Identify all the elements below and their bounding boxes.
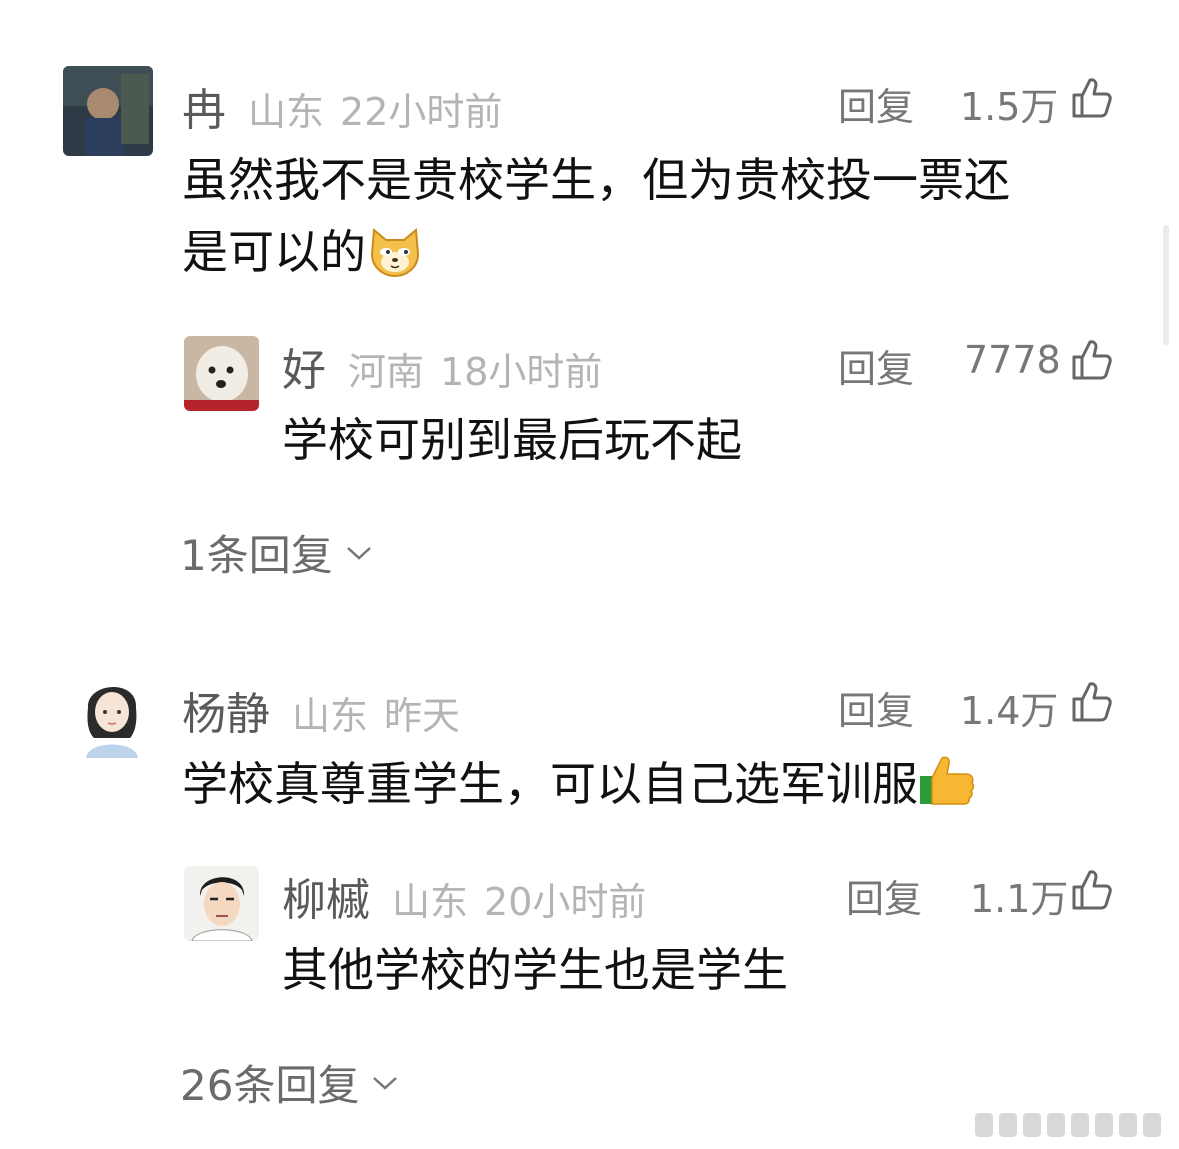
reply-author[interactable]: 柳槭 xyxy=(282,864,370,928)
comment-location: 山东 xyxy=(292,694,369,738)
thumbs-up-icon xyxy=(920,756,975,805)
expand-replies-label: 1条回复 xyxy=(180,531,333,580)
reply-time: 18小时前 xyxy=(440,350,603,394)
comment-location: 山东 xyxy=(248,90,325,134)
comment-text: 虽然我不是贵校学生，但为贵校投一票还 是可以的 xyxy=(182,144,1010,288)
chevron-down-icon xyxy=(373,1076,398,1090)
reply-button[interactable]: 回复 xyxy=(838,338,914,393)
reply-time: 20小时前 xyxy=(484,880,647,924)
reply-button[interactable]: 回复 xyxy=(846,868,922,923)
comment-text-line: 学校真尊重学生，可以自己选军训服 xyxy=(182,757,918,811)
comment-text-line: 是可以的 xyxy=(182,225,366,279)
like-thumb-icon[interactable] xyxy=(1070,680,1114,724)
reply-location: 山东 xyxy=(392,880,469,924)
like-count: 7778 xyxy=(964,338,1061,382)
reply-button[interactable]: 回复 xyxy=(838,76,914,131)
comment-time: 22小时前 xyxy=(340,90,503,134)
avatar[interactable] xyxy=(72,668,152,758)
comment-text: 学校真尊重学生，可以自己选军训服 xyxy=(182,748,976,820)
chevron-down-icon xyxy=(346,546,371,560)
expand-replies-label: 26条回复 xyxy=(180,1061,360,1110)
watermark xyxy=(975,1111,1169,1139)
reply-text: 其他学校的学生也是学生 xyxy=(282,943,788,997)
comment-text-line: 虽然我不是贵校学生，但为贵校投一票还 xyxy=(182,153,1010,207)
reply-button[interactable]: 回复 xyxy=(838,680,914,735)
expand-replies-button[interactable]: 26条回复 xyxy=(180,1052,399,1113)
expand-replies-button[interactable]: 1条回复 xyxy=(180,522,373,583)
like-count: 1.4万 xyxy=(960,689,1059,733)
like-count: 1.5万 xyxy=(960,85,1059,129)
scrollbar[interactable] xyxy=(1163,225,1169,345)
reply-text: 学校可别到最后玩不起 xyxy=(282,413,742,467)
comment-author[interactable]: 冉 xyxy=(182,74,226,138)
like-thumb-icon[interactable] xyxy=(1070,76,1114,120)
like-count: 1.1万 xyxy=(970,877,1069,921)
comment-author[interactable]: 杨静 xyxy=(182,678,270,742)
avatar[interactable] xyxy=(63,66,153,156)
reply-avatar[interactable] xyxy=(184,336,259,411)
comment-time: 昨天 xyxy=(384,694,461,738)
like-thumb-icon[interactable] xyxy=(1070,338,1114,382)
doge-cat-icon xyxy=(370,228,420,278)
reply-avatar[interactable] xyxy=(184,866,259,941)
reply-location: 河南 xyxy=(348,350,425,394)
reply-author[interactable]: 好 xyxy=(282,334,326,398)
like-thumb-icon[interactable] xyxy=(1070,868,1114,912)
